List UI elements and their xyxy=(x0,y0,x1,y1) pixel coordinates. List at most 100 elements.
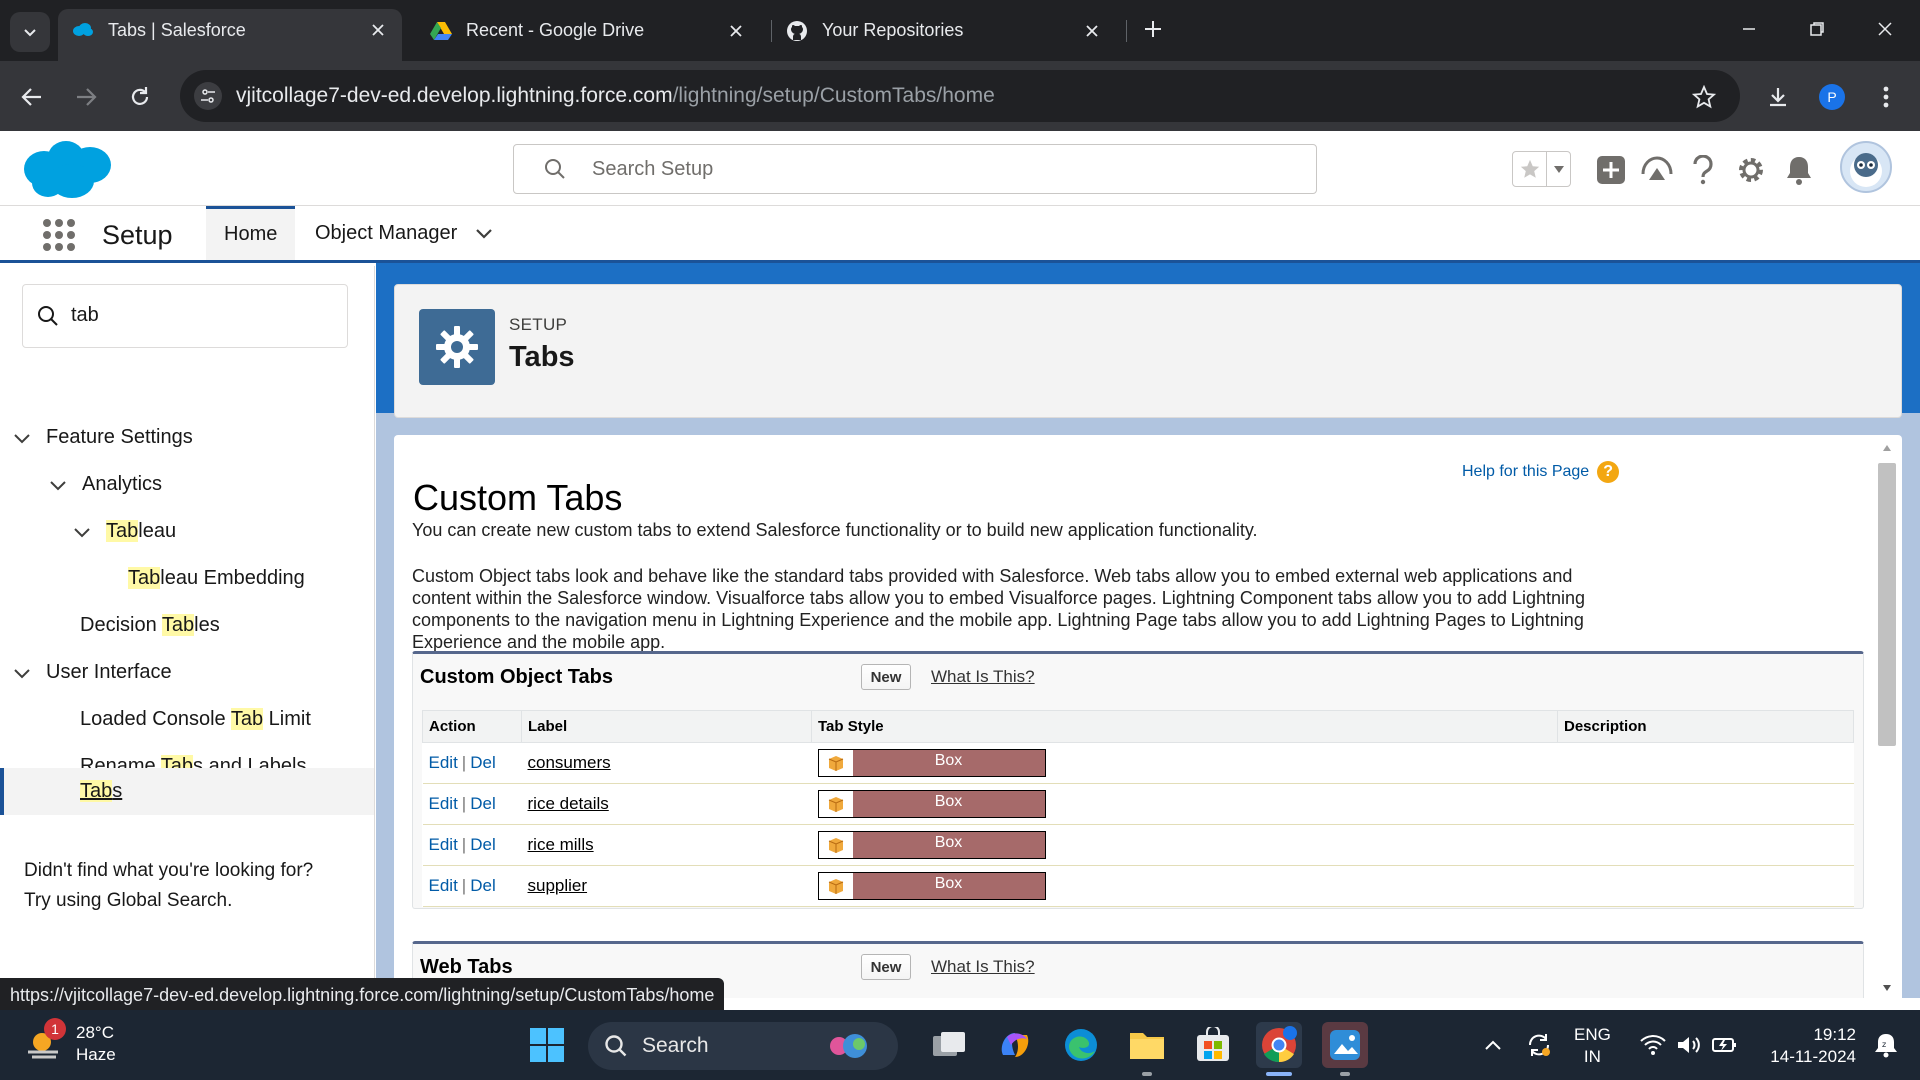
address-bar[interactable]: vjitcollage7-dev-ed.develop.lightning.fo… xyxy=(180,70,1740,122)
trailhead-button[interactable] xyxy=(1640,153,1674,187)
close-tab-icon[interactable] xyxy=(368,20,388,40)
setup-search-input[interactable]: Search Setup xyxy=(513,144,1317,194)
wifi-status[interactable] xyxy=(1636,1010,1670,1080)
paint-app-button[interactable] xyxy=(1322,1022,1368,1068)
label-cell: rice details xyxy=(521,783,812,825)
minimize-button[interactable] xyxy=(1734,14,1764,44)
delete-link[interactable]: Del xyxy=(470,835,496,854)
footer-line: Didn't find what you're looking for? xyxy=(24,860,314,881)
notifications-button[interactable] xyxy=(1782,153,1816,187)
what-is-this-link[interactable]: What Is This? xyxy=(931,667,1035,687)
notifications-center-button[interactable]: z xyxy=(1866,1010,1906,1080)
close-tab-icon[interactable] xyxy=(1082,21,1102,41)
page-header: SETUP Tabs xyxy=(394,284,1902,418)
forward-button[interactable] xyxy=(70,81,102,113)
chevron-down-icon[interactable] xyxy=(46,473,70,497)
delete-link[interactable]: Del xyxy=(470,753,496,772)
description-cell xyxy=(1557,824,1854,866)
url-host: vjitcollage7-dev-ed.develop.lightning.fo… xyxy=(236,84,673,107)
tree-item-analytics[interactable]: Analytics xyxy=(46,461,162,508)
chevron-down-icon[interactable] xyxy=(475,227,493,239)
related-list-title: Web Tabs xyxy=(420,956,513,978)
close-window-button[interactable] xyxy=(1870,14,1900,44)
favorites-dropdown-button[interactable] xyxy=(1547,152,1570,186)
new-custom-object-tab-button[interactable]: New xyxy=(861,664,911,690)
close-tab-icon[interactable] xyxy=(726,21,746,41)
tree-item-feature-settings[interactable]: Feature Settings xyxy=(10,414,193,461)
tab-label-link[interactable]: rice details xyxy=(528,794,609,813)
start-button[interactable] xyxy=(524,1022,570,1068)
column-header-label: Label xyxy=(521,710,812,743)
quick-find-input[interactable]: tab xyxy=(22,284,348,348)
favorites-star-button[interactable] xyxy=(1513,152,1547,186)
file-explorer-button[interactable] xyxy=(1124,1022,1170,1068)
new-web-tab-button[interactable]: New xyxy=(861,954,911,980)
browser-tab-github[interactable]: Your Repositories xyxy=(772,9,1116,52)
scroll-up-arrow-icon[interactable] xyxy=(1880,441,1894,455)
setup-gear-button[interactable] xyxy=(1734,153,1768,187)
edit-link[interactable]: Edit xyxy=(429,753,458,772)
taskbar-search-box[interactable]: Search xyxy=(588,1022,898,1070)
link-status-url: https://vjitcollage7-dev-ed.develop.ligh… xyxy=(0,978,725,1012)
nav-tab-object-manager[interactable]: Object Manager xyxy=(297,206,511,260)
delete-link[interactable]: Del xyxy=(470,794,496,813)
browser-toolbar: vjitcollage7-dev-ed.develop.lightning.fo… xyxy=(0,61,1920,131)
show-hidden-icons-button[interactable] xyxy=(1478,1010,1508,1080)
restore-button[interactable] xyxy=(1802,14,1832,44)
tab-search-button[interactable] xyxy=(10,12,50,52)
bookmark-star-button[interactable] xyxy=(1690,83,1718,111)
profile-button[interactable]: P xyxy=(1816,81,1848,113)
tree-item-tabs-selected[interactable]: Tabs xyxy=(0,768,374,815)
language-indicator[interactable]: ENG IN xyxy=(1574,1024,1611,1068)
global-actions-button[interactable] xyxy=(1594,153,1628,187)
tab-label-link[interactable]: rice mills xyxy=(528,835,594,854)
system-clock[interactable]: 19:12 14-11-2024 xyxy=(1756,1024,1856,1068)
copilot-button[interactable] xyxy=(992,1022,1038,1068)
tree-item-tableau-embedding[interactable]: Tableau Embedding xyxy=(128,555,305,602)
what-is-this-link[interactable]: What Is This? xyxy=(931,957,1035,977)
user-avatar[interactable] xyxy=(1840,141,1892,193)
chrome-button[interactable] xyxy=(1256,1022,1302,1068)
microsoft-store-button[interactable] xyxy=(1190,1022,1236,1068)
content-scrollbar[interactable] xyxy=(1876,441,1898,998)
edit-link[interactable]: Edit xyxy=(429,835,458,854)
search-placeholder: Search Setup xyxy=(592,158,714,180)
scrollbar-thumb[interactable] xyxy=(1878,463,1896,746)
chevron-down-icon[interactable] xyxy=(70,520,94,544)
tab-label-link[interactable]: consumers xyxy=(528,753,611,772)
tree-item-user-interface[interactable]: User Interface xyxy=(10,649,172,696)
chevron-down-icon[interactable] xyxy=(10,661,34,685)
scroll-down-arrow-icon[interactable] xyxy=(1880,981,1894,995)
sync-status-button[interactable] xyxy=(1522,1010,1556,1080)
reload-button[interactable] xyxy=(124,81,156,113)
battery-status[interactable] xyxy=(1708,1010,1742,1080)
weather-badge: 1 xyxy=(44,1018,66,1040)
help-button[interactable] xyxy=(1686,153,1720,187)
volume-status[interactable] xyxy=(1672,1010,1706,1080)
tab-style-name: Box xyxy=(934,834,963,851)
weather-widget[interactable]: 1 28°C Haze xyxy=(24,1018,116,1066)
edit-link[interactable]: Edit xyxy=(429,794,458,813)
nav-tab-home[interactable]: Home xyxy=(206,206,296,260)
tab-label-link[interactable]: supplier xyxy=(528,876,588,895)
profile-avatar: P xyxy=(1819,84,1845,110)
site-info-icon[interactable] xyxy=(194,82,222,110)
salesforce-logo[interactable] xyxy=(22,139,112,201)
task-view-button[interactable] xyxy=(926,1022,972,1068)
browser-tab-salesforce[interactable]: Tabs | Salesforce xyxy=(58,9,402,61)
browser-tab-google-drive[interactable]: Recent - Google Drive xyxy=(416,9,760,52)
favorites-button-group[interactable] xyxy=(1512,151,1571,187)
browser-menu-button[interactable] xyxy=(1870,81,1902,113)
delete-link[interactable]: Del xyxy=(470,876,496,895)
chevron-down-icon[interactable] xyxy=(10,426,34,450)
tree-item-decision-tables[interactable]: Decision Tables xyxy=(80,602,220,649)
help-for-page-link[interactable]: Help for this Page ? xyxy=(1462,461,1620,483)
new-tab-button[interactable] xyxy=(1138,14,1168,44)
tree-item-tableau[interactable]: Tableau xyxy=(70,508,176,555)
tree-item-loaded-console-tab-limit[interactable]: Loaded Console Tab Limit xyxy=(80,696,311,743)
app-launcher-button[interactable] xyxy=(42,218,76,252)
back-button[interactable] xyxy=(16,81,48,113)
edit-link[interactable]: Edit xyxy=(429,876,458,895)
edge-button[interactable] xyxy=(1058,1022,1104,1068)
downloads-button[interactable] xyxy=(1762,81,1794,113)
